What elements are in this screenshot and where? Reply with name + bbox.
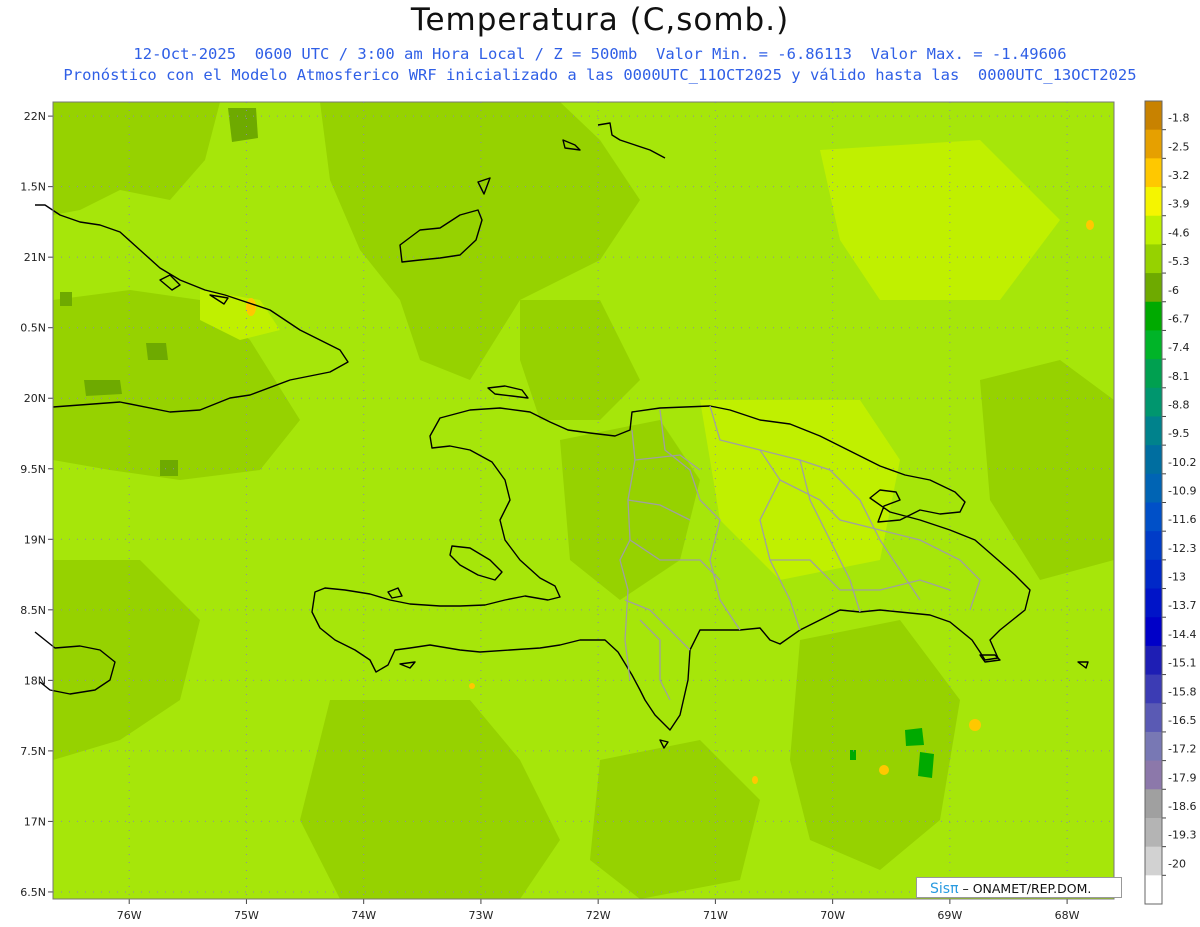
- colorbar-label: -14.4: [1168, 628, 1196, 641]
- colorbar-swatch: [1145, 301, 1162, 331]
- colorbar-swatch: [1145, 875, 1162, 905]
- colorbar-label: -7.4: [1168, 341, 1189, 354]
- lon-tick-label: 72W: [586, 909, 611, 922]
- colorbar-label: -6: [1168, 284, 1179, 297]
- lon-tick-label: 75W: [234, 909, 259, 922]
- colorbar-label: -8.1: [1168, 370, 1189, 383]
- colorbar-label: -13: [1168, 571, 1186, 584]
- colorbar-label: -10.2: [1168, 456, 1196, 469]
- colorbar-label: -16.5: [1168, 714, 1196, 727]
- warm-spot-4: [1086, 220, 1094, 230]
- lon-tick-label: 74W: [351, 909, 376, 922]
- colorbar-label: -6.7: [1168, 312, 1189, 325]
- lat-tick-label: 19N: [24, 533, 46, 546]
- colorbar-label: -19.3: [1168, 829, 1196, 842]
- cell-green-3: [850, 750, 856, 760]
- colorbar-swatch: [1145, 273, 1162, 303]
- colorbar-swatch: [1145, 445, 1162, 475]
- lon-tick-label: 76W: [117, 909, 142, 922]
- colorbar-label: -11.6: [1168, 513, 1196, 526]
- lon-tick-label: 70W: [820, 909, 845, 922]
- colorbar-label: -17.2: [1168, 743, 1196, 756]
- colorbar-label: -9.5: [1168, 427, 1189, 440]
- lat-tick-label: 21N: [24, 251, 46, 264]
- colorbar-swatch: [1145, 244, 1162, 274]
- colorbar-swatch: [1145, 817, 1162, 848]
- colorbar-label: -18.6: [1168, 800, 1196, 813]
- colorbar-swatch: [1145, 731, 1162, 762]
- colorbar-label: -10.9: [1168, 485, 1196, 498]
- colorbar-swatch: [1145, 617, 1162, 647]
- colorbar-label: -15.8: [1168, 685, 1196, 698]
- cell-dark-3: [146, 343, 168, 360]
- lat-tick-label: 6.5N: [20, 886, 46, 899]
- lon-tick-label: 71W: [703, 909, 728, 922]
- colorbar-swatch: [1145, 674, 1162, 704]
- weather-map: 22N 1.5N 21N 0.5N 20N 9.5N 19N 8.5N 18N 7.5N 17N 6.…: [20, 100, 1196, 922]
- credit-brand: Sisπ: [930, 881, 959, 897]
- cell-dark-5: [60, 292, 72, 306]
- cell-green-2: [918, 752, 934, 778]
- colorbar-swatch: [1145, 531, 1162, 561]
- colorbar-swatch: [1145, 158, 1162, 188]
- lat-tick-label: 17N: [24, 815, 46, 828]
- colorbar-label: -8.8: [1168, 398, 1189, 411]
- credit-text: – ONAMET/REP.DOM.: [958, 881, 1092, 896]
- credit-box: Sisπ – ONAMET/REP.DOM.: [916, 877, 1122, 898]
- lat-tick-label: 22N: [24, 110, 46, 123]
- colorbar-label: -1.8: [1168, 112, 1189, 125]
- lat-tick-label: 20N: [24, 392, 46, 405]
- colorbar-label: -2.5: [1168, 140, 1189, 153]
- colorbar-swatch: [1145, 387, 1162, 417]
- lat-tick-label: 8.5N: [20, 604, 46, 617]
- colorbar-label: -4.6: [1168, 226, 1189, 239]
- lon-tick-label: 69W: [937, 909, 962, 922]
- colorbar-swatch: [1145, 559, 1162, 590]
- colorbar-label: -3.9: [1168, 198, 1189, 211]
- warm-spot-2: [969, 719, 981, 731]
- colorbar-swatch: [1145, 789, 1162, 819]
- colorbar: -1.8 -2.5 -3.2 -3.9 -4.6 -5.3 -6 -6.7 -7.4 -8.1 -8…: [1144, 100, 1196, 905]
- warm-spot-5: [469, 683, 475, 689]
- colorbar-swatch: [1145, 645, 1162, 676]
- colorbar-label: -13.7: [1168, 599, 1196, 612]
- lon-tick-label: 68W: [1055, 909, 1080, 922]
- cell-green-1: [905, 728, 924, 746]
- colorbar-swatch: [1145, 760, 1162, 790]
- lat-tick-label: 18N: [24, 674, 46, 687]
- colorbar-swatch: [1145, 187, 1162, 217]
- colorbar-label: -5.3: [1168, 255, 1189, 268]
- lat-tick-label: 7.5N: [20, 745, 46, 758]
- colorbar-swatch: [1145, 359, 1162, 389]
- warm-spot-1: [246, 298, 256, 316]
- cell-dark-1: [228, 108, 258, 142]
- colorbar-swatch: [1145, 473, 1162, 503]
- colorbar-label: -3.2: [1168, 169, 1189, 182]
- colorbar-swatch: [1145, 703, 1162, 733]
- warm-spot-3: [879, 765, 889, 775]
- colorbar-swatch: [1145, 502, 1162, 532]
- cell-dark-2: [84, 380, 122, 396]
- warm-spot-6: [752, 776, 758, 784]
- colorbar-swatch: [1145, 416, 1162, 446]
- colorbar-swatch: [1145, 215, 1162, 245]
- colorbar-swatch: [1145, 101, 1162, 131]
- lat-tick-label: 1.5N: [20, 181, 46, 194]
- colorbar-label: -20: [1168, 857, 1186, 870]
- colorbar-swatch: [1145, 588, 1162, 618]
- colorbar-swatch: [1145, 846, 1162, 876]
- lat-tick-label: 0.5N: [20, 322, 46, 335]
- colorbar-label: -12.3: [1168, 542, 1196, 555]
- lat-tick-label: 9.5N: [20, 463, 46, 476]
- cell-dark-4: [160, 460, 178, 476]
- colorbar-swatch: [1145, 330, 1162, 360]
- lon-tick-label: 73W: [468, 909, 493, 922]
- colorbar-label: -15.1: [1168, 657, 1196, 670]
- colorbar-swatch: [1145, 129, 1162, 159]
- colorbar-label: -17.9: [1168, 771, 1196, 784]
